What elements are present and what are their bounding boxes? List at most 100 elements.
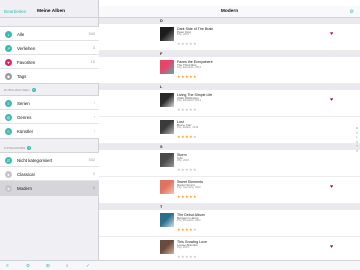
sidebar-item-count: › — [93, 114, 95, 119]
index-letter[interactable]: # — [355, 149, 359, 154]
categories-group: ∅ Nicht kategorisiert 532 ● Classical 2 ● Moder… — [0, 152, 99, 196]
sidebar-item-tags[interactable]: ◆ Tags — [0, 69, 99, 83]
sidebar-item-label: Alle — [17, 31, 25, 37]
rating-stars[interactable]: ★★★★★ — [177, 254, 197, 259]
section-index[interactable]: D F L S T # — [355, 126, 359, 153]
rating-stars[interactable]: ★★★★★ — [177, 167, 197, 172]
star-icon[interactable]: ★ — [193, 254, 197, 259]
rating-stars[interactable]: ★★★★★ — [177, 227, 197, 232]
album-meta: Pop, 2015 — [177, 159, 189, 163]
album-meta: Pop, Elevation, 2014 — [177, 99, 201, 103]
album-cover — [160, 27, 174, 41]
grid-icon[interactable]: ⊞ — [46, 263, 50, 269]
genre-icon: ◎ — [5, 113, 12, 121]
album-cover — [160, 93, 174, 107]
search-icon[interactable]: ⌕ — [66, 263, 69, 268]
check-icon[interactable]: ✓ — [86, 263, 90, 269]
sidebar-item-genres[interactable]: ◎ Genres › — [0, 110, 99, 124]
rating-stars[interactable]: ★★★★★ — [177, 41, 197, 46]
album-meta: Pop, 2015 — [177, 33, 189, 37]
album-meta: Pop, Elevation, 2013 — [177, 66, 201, 70]
sidebar-navbar: Bearbeiten Meine Alben — [0, 6, 99, 18]
album-row[interactable]: Lost Bruno Carr Pop, Elation, 2016 ★★★★★ — [99, 117, 360, 144]
sidebar-toolbar: ≡ ⚙ ⊞ ⌕ ✓ — [0, 260, 99, 270]
album-cover — [160, 60, 174, 74]
rating-stars[interactable]: ★★★★★ — [177, 74, 197, 79]
album-cover — [160, 240, 174, 254]
heart-icon[interactable]: ♥ — [330, 244, 333, 250]
browse-group: ≡ Serien › ◎ Genres › ☺ Künstler › — [0, 95, 99, 139]
categories-header-label: KATEGORIEN — [4, 146, 26, 150]
sidebar-item-modern[interactable]: ● Modern 6 — [0, 181, 99, 195]
rating-stars[interactable]: ★★★★★ — [177, 134, 197, 139]
sidebar-item-classical[interactable]: ● Classical 2 — [0, 167, 99, 181]
help-icon[interactable]: ? — [27, 146, 32, 151]
browse-section-header: DURCHSUCHEN? — [4, 88, 36, 93]
sidebar-item-label: Verliehen — [17, 45, 36, 51]
album-meta: Pop, 2013 — [177, 246, 189, 250]
sidebar-item-label: Modern — [17, 185, 32, 191]
classical-icon: ● — [5, 170, 12, 178]
heart-icon[interactable]: ♥ — [330, 31, 333, 37]
sidebar-item-count: 532 — [88, 157, 95, 162]
star-icon[interactable]: ★ — [193, 134, 197, 139]
help-icon[interactable]: ? — [31, 88, 36, 93]
album-row[interactable]: Dark Side of The Brain Peter King Pop, 201… — [99, 24, 360, 51]
sidebar-item-count: 3 — [92, 45, 95, 50]
star-icon[interactable]: ★ — [193, 194, 197, 199]
sidebar-item-k-nstler[interactable]: ☺ Künstler › — [0, 124, 99, 138]
heart-icon[interactable]: ♥ — [330, 184, 333, 190]
sidebar-item-label: Serien — [17, 100, 30, 106]
sidebar-item-alle[interactable]: ♪ Alle 540 — [0, 27, 99, 41]
sidebar-item-label: Tags — [17, 73, 27, 79]
album-cover — [160, 213, 174, 227]
sidebar-item-count: › — [93, 100, 95, 105]
sidebar-item-favoriten[interactable]: ♥ Favoriten 15 — [0, 55, 99, 69]
sidebar-item-count: 6 — [92, 185, 95, 190]
sidebar-item-count: 2 — [92, 171, 95, 176]
star-icon[interactable]: ★ — [193, 167, 197, 172]
main-navbar: Modern ⚙ — [99, 6, 360, 18]
album-cover — [160, 180, 174, 194]
sidebar-item-label: Favoriten — [17, 59, 36, 65]
gear-icon[interactable]: ⚙ — [350, 9, 354, 15]
album-row[interactable]: Living The Simple Life Clark Wellington Po… — [99, 90, 360, 117]
rating-stars[interactable]: ★★★★★ — [177, 194, 197, 199]
sidebar-item-verliehen[interactable]: ↗ Verliehen 3 — [0, 41, 99, 55]
album-cover — [160, 120, 174, 134]
star-icon[interactable]: ★ — [193, 74, 197, 79]
sidebar-item-label: Classical — [17, 171, 35, 177]
album-meta: Pop, Elation, 2016 — [177, 126, 199, 130]
uncategorized-icon: ∅ — [5, 156, 12, 164]
tag-icon: ◆ — [5, 72, 12, 80]
album-list: D Dark Side of The Brain Peter King Pop, 20… — [99, 18, 360, 264]
rating-stars[interactable]: ★★★★★ — [177, 107, 197, 112]
sidebar-item-nicht-kategorisiert[interactable]: ∅ Nicht kategorisiert 532 — [0, 153, 99, 167]
sidebar-item-count: 540 — [88, 31, 95, 36]
star-icon[interactable]: ★ — [193, 41, 197, 46]
sidebar-item-label: Genres — [17, 114, 32, 120]
star-icon[interactable]: ★ — [193, 107, 197, 112]
lend-icon: ↗ — [5, 44, 12, 52]
browse-header-label: DURCHSUCHEN — [4, 88, 30, 92]
heart-icon[interactable]: ♥ — [330, 97, 333, 103]
album-meta: Pop, Elevation, 2011 — [177, 219, 201, 223]
main-panel: Modern ⚙ D Dark Side of The Brain Peter Ki… — [99, 0, 360, 270]
album-row[interactable]: The Debut Album Benjamin Harris Pop, Eleva… — [99, 210, 360, 237]
library-group: ♪ Alle 540 ↗ Verliehen 3 ♥ Favoriten 15 ◆ Tags — [0, 26, 99, 84]
settings-icon[interactable]: ⚙ — [26, 263, 30, 269]
album-row[interactable]: Sweet Elements Dannii Sunns Pop, Germany, … — [99, 177, 360, 204]
series-icon: ≡ — [5, 99, 12, 107]
sidebar-title: Meine Alben — [37, 9, 66, 14]
album-row[interactable]: Faces the Everywhere The Third Man Pop, El… — [99, 57, 360, 84]
star-icon[interactable]: ★ — [193, 227, 197, 232]
list-icon[interactable]: ≡ — [6, 263, 9, 268]
sidebar-item-serien[interactable]: ≡ Serien › — [0, 96, 99, 110]
sidebar: Bearbeiten Meine Alben ♪ Alle 540 ↗ Verliehe… — [0, 0, 99, 270]
categories-section-header: KATEGORIEN? — [4, 146, 32, 151]
album-row[interactable]: Storm Kyle Pop, 2015 ★★★★★ — [99, 150, 360, 177]
main-toolbar — [99, 260, 360, 270]
edit-button[interactable]: Bearbeiten — [4, 9, 26, 14]
album-cover — [160, 153, 174, 167]
music-icon: ♪ — [5, 30, 12, 38]
